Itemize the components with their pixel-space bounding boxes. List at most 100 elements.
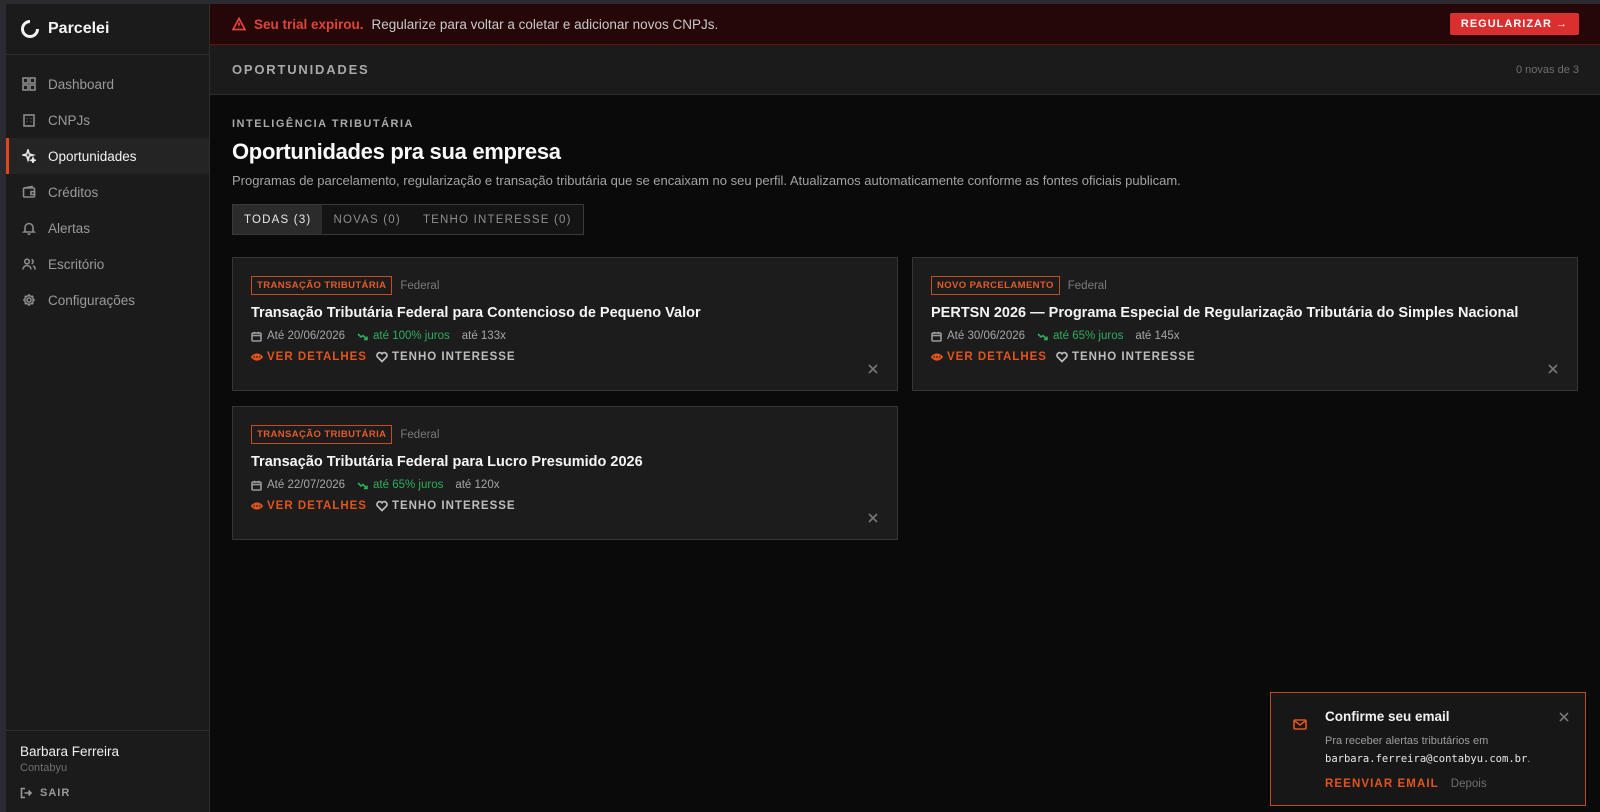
heart-icon xyxy=(376,351,388,363)
category-badge: TRANSAÇÃO TRIBUTÁRIA xyxy=(251,276,393,295)
sidebar-item-label: Dashboard xyxy=(48,76,115,92)
installments: até 133x xyxy=(461,330,506,342)
interest-discount: até 100% juros xyxy=(373,330,450,342)
dismiss-button[interactable] xyxy=(868,510,878,523)
sidebar-item-dashboard[interactable]: Dashboard xyxy=(6,66,209,102)
building-icon xyxy=(23,114,35,127)
user-panel: Barbara Ferreira Contabyu SAIR xyxy=(6,730,209,812)
trend-down-icon xyxy=(1037,332,1048,340)
calendar-icon xyxy=(251,331,262,342)
filter-tabs: TODAS (3) NOVAS (0) TENHO INTERESSE (0) xyxy=(232,204,584,235)
later-button[interactable]: Depois xyxy=(1451,778,1487,790)
sidebar-item-alertas[interactable]: Alertas xyxy=(6,210,209,246)
eye-icon xyxy=(251,502,263,510)
sidebar-item-label: Escritório xyxy=(48,256,105,272)
user-name: Barbara Ferreira xyxy=(20,744,120,759)
deadline: Até 22/07/2026 xyxy=(267,479,346,491)
deadline: Até 30/06/2026 xyxy=(947,330,1026,342)
heart-icon xyxy=(376,500,388,512)
sidebar-item-escritorio[interactable]: Escritório xyxy=(6,246,209,282)
view-details-button[interactable]: VER DETALHES xyxy=(931,351,1047,363)
wallet-icon xyxy=(22,185,36,198)
email-confirm-toast: Confirme seu email Pra receber alertas t… xyxy=(1270,692,1586,806)
category-badge: TRANSAÇÃO TRIBUTÁRIA xyxy=(251,425,393,444)
scope-label: Federal xyxy=(400,428,440,441)
logo-icon xyxy=(21,19,40,38)
opportunity-card: TRANSAÇÃO TRIBUTÁRIA Federal Transação T… xyxy=(232,406,898,540)
sidebar-item-label: Oportunidades xyxy=(48,148,137,164)
trial-message: Regularize para voltar a coletar e adici… xyxy=(371,16,719,32)
sparkles-icon xyxy=(22,149,36,163)
card-title: PERTSN 2026 — Programa Especial de Regul… xyxy=(931,305,1519,321)
bell-icon xyxy=(22,222,36,235)
brand-name: Parcelei xyxy=(48,20,110,37)
view-details-label: VER DETALHES xyxy=(267,500,367,512)
sidebar-item-label: CNPJs xyxy=(48,112,91,128)
dismiss-button[interactable] xyxy=(868,361,878,374)
trial-banner: Seu trial expirou. Regularize para volta… xyxy=(210,4,1600,45)
deadline: Até 20/06/2026 xyxy=(267,330,346,342)
app-window: Parcelei Dashboard CNPJs Oportunidades C… xyxy=(6,4,1600,812)
tab-tenho-interesse[interactable]: TENHO INTERESSE (0) xyxy=(412,205,583,234)
regularize-button[interactable]: REGULARIZAR → xyxy=(1449,13,1579,35)
sidebar-item-creditos[interactable]: Créditos xyxy=(6,174,209,210)
section-description: Programas de parcelamento, regularização… xyxy=(232,173,1181,188)
close-icon xyxy=(1548,364,1558,374)
tab-todas[interactable]: TODAS (3) xyxy=(233,205,323,234)
close-icon xyxy=(868,364,878,374)
sidebar-item-configuracoes[interactable]: Configurações xyxy=(6,282,209,318)
sidebar-item-oportunidades[interactable]: Oportunidades xyxy=(6,138,209,174)
scope-label: Federal xyxy=(1067,279,1107,292)
sidebar-item-label: Créditos xyxy=(48,184,99,200)
view-details-button[interactable]: VER DETALHES xyxy=(251,500,367,512)
page-title: OPORTUNIDADES xyxy=(232,62,370,77)
interest-label: TENHO INTERESSE xyxy=(1071,351,1196,363)
logout-button[interactable]: SAIR xyxy=(20,787,195,799)
calendar-icon xyxy=(931,331,942,342)
interest-button[interactable]: TENHO INTERESSE xyxy=(376,351,516,363)
section-heading: Oportunidades pra sua empresa xyxy=(232,139,561,164)
page-header: OPORTUNIDADES 0 novas de 3 xyxy=(210,45,1600,95)
toast-email: barbara.ferreira@contabyu.com.br xyxy=(1325,752,1528,765)
users-icon xyxy=(22,258,36,270)
resend-email-button[interactable]: REENVIAR EMAIL xyxy=(1325,778,1439,790)
opportunity-card: NOVO PARCELAMENTO Federal PERTSN 2026 — … xyxy=(912,257,1578,391)
sidebar-item-label: Configurações xyxy=(48,292,136,308)
view-details-label: VER DETALHES xyxy=(267,351,367,363)
toast-close-button[interactable] xyxy=(1559,709,1569,722)
sidebar-item-cnpjs[interactable]: CNPJs xyxy=(6,102,209,138)
interest-discount: até 65% juros xyxy=(1053,330,1124,342)
sidebar-nav: Dashboard CNPJs Oportunidades Créditos A… xyxy=(6,55,209,318)
card-title: Transação Tributária Federal para Conten… xyxy=(251,305,701,321)
heart-icon xyxy=(1056,351,1068,363)
interest-discount: até 65% juros xyxy=(373,479,444,491)
dismiss-button[interactable] xyxy=(1548,361,1558,374)
installments: até 145x xyxy=(1135,330,1180,342)
trial-title: Seu trial expirou. xyxy=(254,16,364,32)
card-title: Transação Tributária Federal para Lucro … xyxy=(251,454,643,470)
installments: até 120x xyxy=(455,479,500,491)
interest-button[interactable]: TENHO INTERESSE xyxy=(376,500,516,512)
trend-down-icon xyxy=(357,332,368,340)
sidebar-item-label: Alertas xyxy=(48,220,91,236)
toast-message-suffix: . xyxy=(1527,752,1531,765)
new-count: 0 novas de 3 xyxy=(1516,63,1579,76)
scope-label: Federal xyxy=(400,279,440,292)
view-details-label: VER DETALHES xyxy=(947,351,1047,363)
tab-novas[interactable]: NOVAS (0) xyxy=(322,205,411,234)
user-org: Contabyu xyxy=(20,762,68,774)
category-badge: NOVO PARCELAMENTO xyxy=(931,276,1060,295)
dashboard-icon xyxy=(22,77,36,91)
interest-button[interactable]: TENHO INTERESSE xyxy=(1056,351,1196,363)
section-eyebrow: INTELIGÊNCIA TRIBUTÁRIA xyxy=(232,118,414,130)
gear-icon xyxy=(23,294,35,306)
eye-icon xyxy=(931,353,943,361)
calendar-icon xyxy=(251,480,262,491)
sidebar: Parcelei Dashboard CNPJs Oportunidades C… xyxy=(6,4,210,812)
toast-message-prefix: Pra receber alertas tributários em xyxy=(1325,735,1489,747)
brand[interactable]: Parcelei xyxy=(6,4,209,55)
opportunities-content: INTELIGÊNCIA TRIBUTÁRIA Oportunidades pr… xyxy=(210,95,1600,540)
opportunity-grid: TRANSAÇÃO TRIBUTÁRIA Federal Transação T… xyxy=(232,257,1579,540)
logout-label: SAIR xyxy=(40,787,71,799)
view-details-button[interactable]: VER DETALHES xyxy=(251,351,367,363)
